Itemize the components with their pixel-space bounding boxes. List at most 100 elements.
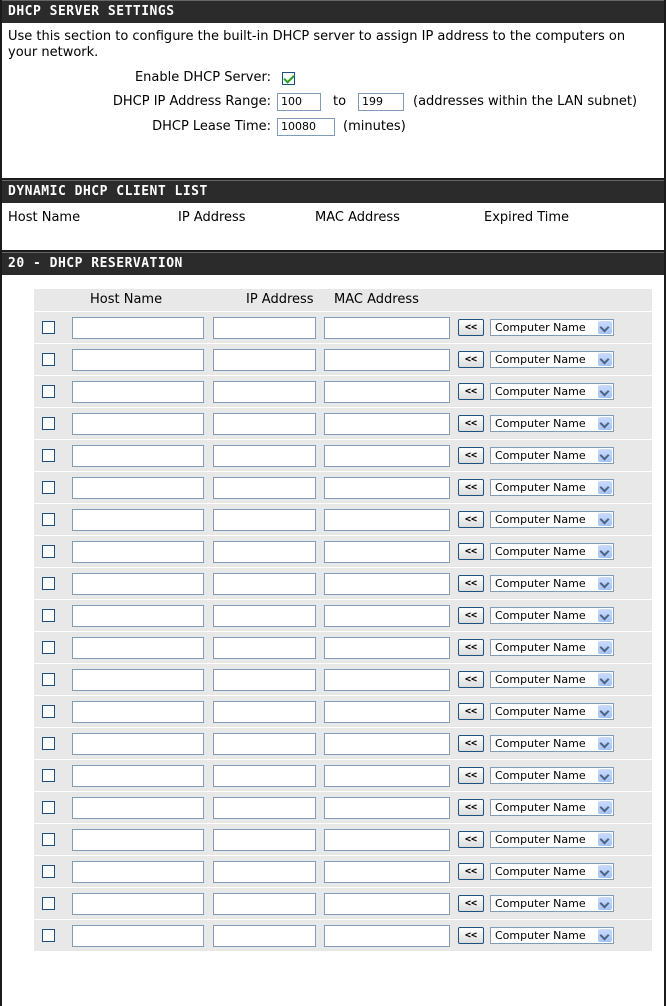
reservation-host-name-input[interactable] bbox=[72, 349, 204, 371]
chevron-down-icon[interactable] bbox=[598, 929, 612, 942]
computer-name-select[interactable]: Computer Name bbox=[490, 479, 614, 496]
reservation-host-name-input[interactable] bbox=[72, 509, 204, 531]
reservation-host-name-input[interactable] bbox=[72, 445, 204, 467]
reservation-enable-checkbox[interactable] bbox=[42, 737, 55, 750]
reservation-ip-address-input[interactable] bbox=[213, 733, 316, 755]
reservation-mac-address-input[interactable] bbox=[324, 893, 450, 915]
chevron-down-icon[interactable] bbox=[598, 801, 612, 814]
reservation-ip-address-input[interactable] bbox=[213, 413, 316, 435]
reservation-mac-address-input[interactable] bbox=[324, 445, 450, 467]
reservation-host-name-input[interactable] bbox=[72, 893, 204, 915]
reservation-host-name-input[interactable] bbox=[72, 637, 204, 659]
reservation-ip-address-input[interactable] bbox=[213, 861, 316, 883]
computer-name-select[interactable]: Computer Name bbox=[490, 511, 614, 528]
reservation-enable-checkbox[interactable] bbox=[42, 321, 55, 334]
reservation-ip-address-input[interactable] bbox=[213, 381, 316, 403]
copy-from-computer-button[interactable]: << bbox=[458, 767, 484, 784]
reservation-ip-address-input[interactable] bbox=[213, 477, 316, 499]
chevron-down-icon[interactable] bbox=[598, 481, 612, 494]
lease-time-input[interactable]: 10080 bbox=[277, 118, 335, 136]
reservation-enable-checkbox[interactable] bbox=[42, 801, 55, 814]
copy-from-computer-button[interactable]: << bbox=[458, 895, 484, 912]
copy-from-computer-button[interactable]: << bbox=[458, 415, 484, 432]
reservation-mac-address-input[interactable] bbox=[324, 669, 450, 691]
reservation-mac-address-input[interactable] bbox=[324, 605, 450, 627]
copy-from-computer-button[interactable]: << bbox=[458, 543, 484, 560]
reservation-host-name-input[interactable] bbox=[72, 477, 204, 499]
reservation-mac-address-input[interactable] bbox=[324, 477, 450, 499]
reservation-mac-address-input[interactable] bbox=[324, 509, 450, 531]
reservation-host-name-input[interactable] bbox=[72, 797, 204, 819]
reservation-enable-checkbox[interactable] bbox=[42, 385, 55, 398]
reservation-enable-checkbox[interactable] bbox=[42, 353, 55, 366]
reservation-host-name-input[interactable] bbox=[72, 381, 204, 403]
reservation-ip-address-input[interactable] bbox=[213, 829, 316, 851]
computer-name-select[interactable]: Computer Name bbox=[490, 447, 614, 464]
computer-name-select[interactable]: Computer Name bbox=[490, 895, 614, 912]
reservation-ip-address-input[interactable] bbox=[213, 637, 316, 659]
reservation-enable-checkbox[interactable] bbox=[42, 673, 55, 686]
reservation-ip-address-input[interactable] bbox=[213, 765, 316, 787]
copy-from-computer-button[interactable]: << bbox=[458, 351, 484, 368]
reservation-ip-address-input[interactable] bbox=[213, 317, 316, 339]
copy-from-computer-button[interactable]: << bbox=[458, 447, 484, 464]
reservation-host-name-input[interactable] bbox=[72, 605, 204, 627]
chevron-down-icon[interactable] bbox=[598, 545, 612, 558]
reservation-enable-checkbox[interactable] bbox=[42, 513, 55, 526]
reservation-enable-checkbox[interactable] bbox=[42, 449, 55, 462]
reservation-enable-checkbox[interactable] bbox=[42, 897, 55, 910]
computer-name-select[interactable]: Computer Name bbox=[490, 831, 614, 848]
reservation-host-name-input[interactable] bbox=[72, 861, 204, 883]
copy-from-computer-button[interactable]: << bbox=[458, 383, 484, 400]
reservation-mac-address-input[interactable] bbox=[324, 541, 450, 563]
enable-dhcp-checkbox[interactable] bbox=[282, 72, 295, 85]
reservation-ip-address-input[interactable] bbox=[213, 605, 316, 627]
reservation-enable-checkbox[interactable] bbox=[42, 929, 55, 942]
reservation-ip-address-input[interactable] bbox=[213, 701, 316, 723]
reservation-host-name-input[interactable] bbox=[72, 317, 204, 339]
copy-from-computer-button[interactable]: << bbox=[458, 735, 484, 752]
computer-name-select[interactable]: Computer Name bbox=[490, 639, 614, 656]
reservation-mac-address-input[interactable] bbox=[324, 829, 450, 851]
reservation-ip-address-input[interactable] bbox=[213, 445, 316, 467]
copy-from-computer-button[interactable]: << bbox=[458, 511, 484, 528]
computer-name-select[interactable]: Computer Name bbox=[490, 767, 614, 784]
reservation-host-name-input[interactable] bbox=[72, 925, 204, 947]
copy-from-computer-button[interactable]: << bbox=[458, 799, 484, 816]
copy-from-computer-button[interactable]: << bbox=[458, 639, 484, 656]
reservation-enable-checkbox[interactable] bbox=[42, 609, 55, 622]
reservation-host-name-input[interactable] bbox=[72, 765, 204, 787]
reservation-ip-address-input[interactable] bbox=[213, 797, 316, 819]
computer-name-select[interactable]: Computer Name bbox=[490, 319, 614, 336]
reservation-host-name-input[interactable] bbox=[72, 733, 204, 755]
reservation-ip-address-input[interactable] bbox=[213, 893, 316, 915]
computer-name-select[interactable]: Computer Name bbox=[490, 927, 614, 944]
range-start-input[interactable]: 100 bbox=[277, 93, 321, 111]
chevron-down-icon[interactable] bbox=[598, 865, 612, 878]
chevron-down-icon[interactable] bbox=[598, 769, 612, 782]
reservation-host-name-input[interactable] bbox=[72, 541, 204, 563]
chevron-down-icon[interactable] bbox=[598, 513, 612, 526]
reservation-host-name-input[interactable] bbox=[72, 669, 204, 691]
reservation-mac-address-input[interactable] bbox=[324, 861, 450, 883]
computer-name-select[interactable]: Computer Name bbox=[490, 575, 614, 592]
copy-from-computer-button[interactable]: << bbox=[458, 479, 484, 496]
copy-from-computer-button[interactable]: << bbox=[458, 831, 484, 848]
computer-name-select[interactable]: Computer Name bbox=[490, 543, 614, 560]
copy-from-computer-button[interactable]: << bbox=[458, 863, 484, 880]
chevron-down-icon[interactable] bbox=[598, 577, 612, 590]
reservation-enable-checkbox[interactable] bbox=[42, 769, 55, 782]
computer-name-select[interactable]: Computer Name bbox=[490, 703, 614, 720]
reservation-enable-checkbox[interactable] bbox=[42, 641, 55, 654]
chevron-down-icon[interactable] bbox=[598, 673, 612, 686]
reservation-mac-address-input[interactable] bbox=[324, 797, 450, 819]
reservation-mac-address-input[interactable] bbox=[324, 349, 450, 371]
reservation-mac-address-input[interactable] bbox=[324, 317, 450, 339]
chevron-down-icon[interactable] bbox=[598, 417, 612, 430]
computer-name-select[interactable]: Computer Name bbox=[490, 607, 614, 624]
computer-name-select[interactable]: Computer Name bbox=[490, 799, 614, 816]
copy-from-computer-button[interactable]: << bbox=[458, 607, 484, 624]
reservation-host-name-input[interactable] bbox=[72, 701, 204, 723]
range-end-input[interactable]: 199 bbox=[358, 93, 404, 111]
reservation-enable-checkbox[interactable] bbox=[42, 705, 55, 718]
